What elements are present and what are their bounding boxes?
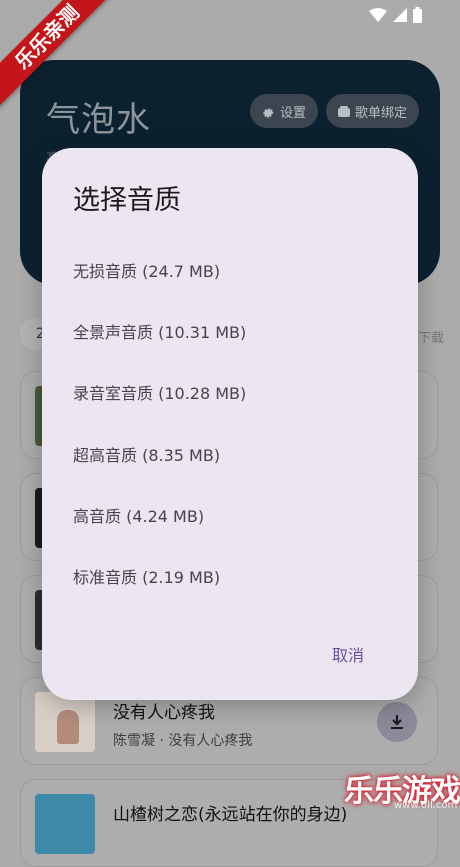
signal-icon [393, 8, 407, 22]
playlist-icon [338, 105, 350, 117]
playlist-bind-button[interactable]: 歌单绑定 [326, 94, 420, 128]
quality-option-lossless[interactable]: 无损音质 (24.7 MB) [73, 258, 220, 282]
download-button[interactable] [377, 702, 417, 742]
download-all-label[interactable]: 下载 [418, 327, 444, 346]
song-title: 没有人心疼我 [113, 703, 215, 723]
song-cover [35, 692, 95, 752]
settings-label: 设置 [280, 105, 307, 121]
cancel-button[interactable]: 取消 [332, 642, 364, 666]
quality-option-high[interactable]: 高音质 (4.24 MB) [73, 503, 204, 527]
watermark-url: www.6ll.com [394, 800, 458, 811]
song-title: 山楂树之恋(永远站在你的身边) [113, 805, 348, 825]
dialog-title: 选择音质 [73, 185, 181, 216]
song-artist: 陈雪凝 · 没有人心疼我 [113, 733, 253, 749]
gear-icon [263, 107, 274, 118]
song-cover [35, 794, 95, 854]
quality-dialog: 选择音质 无损音质 (24.7 MB) 全景声音质 (10.31 MB) 录音室… [42, 148, 418, 700]
app-title: 气泡水 [46, 100, 151, 140]
quality-option-studio[interactable]: 录音室音质 (10.28 MB) [73, 380, 246, 404]
playlist-bind-label: 歌单绑定 [355, 105, 408, 121]
quality-option-surround[interactable]: 全景声音质 (10.31 MB) [73, 319, 246, 343]
battery-icon [413, 7, 422, 23]
quality-option-super-high[interactable]: 超高音质 (8.35 MB) [73, 442, 220, 466]
settings-button[interactable]: 设置 [250, 94, 319, 128]
download-icon [391, 715, 403, 729]
wifi-icon [369, 8, 387, 22]
quality-option-standard[interactable]: 标准音质 (2.19 MB) [73, 564, 220, 588]
status-icons [369, 7, 422, 23]
